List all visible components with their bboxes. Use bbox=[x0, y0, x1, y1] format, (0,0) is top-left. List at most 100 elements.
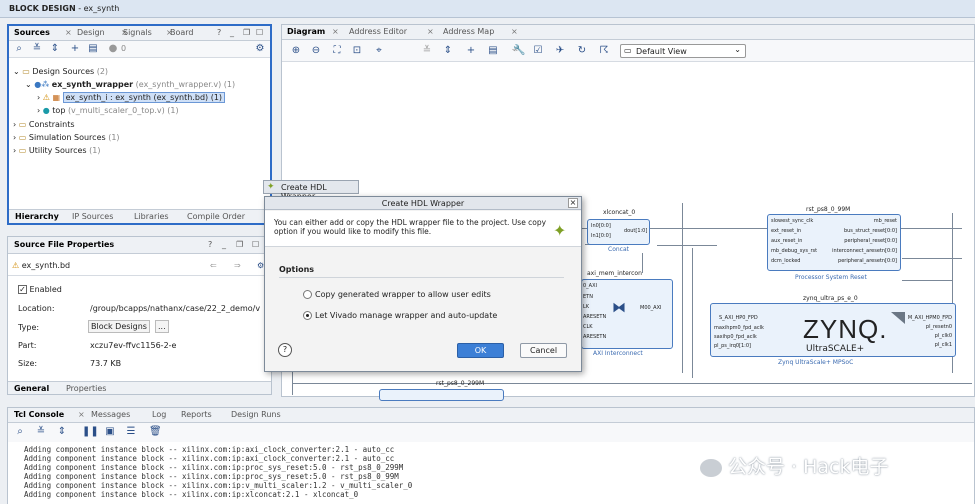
tab-properties[interactable]: Properties bbox=[66, 384, 106, 393]
tab-tcl-console[interactable]: Tcl Console bbox=[14, 410, 64, 419]
tab-design-runs[interactable]: Design Runs bbox=[231, 410, 281, 419]
size-value: 73.7 KB bbox=[90, 359, 122, 368]
pin-icon[interactable]: ✈ bbox=[554, 45, 566, 57]
minimize-icon[interactable]: _ bbox=[222, 240, 226, 249]
tab-hierarchy[interactable]: Hierarchy bbox=[15, 212, 59, 221]
help-icon[interactable]: ? bbox=[208, 240, 212, 249]
tab-address-map[interactable]: Address Map bbox=[443, 27, 494, 36]
type-more-button[interactable]: ... bbox=[155, 320, 169, 333]
tab-messages[interactable]: Messages bbox=[91, 410, 130, 419]
search-icon[interactable]: ⌕ bbox=[13, 43, 25, 55]
tree-row-top[interactable]: › ● top (v_multi_scaler_0_top.v) (1) bbox=[37, 106, 179, 115]
tab-sources[interactable]: Sources bbox=[14, 28, 50, 37]
search-icon[interactable]: ⌕ bbox=[14, 426, 26, 438]
collapse-all-icon[interactable]: ≚ bbox=[421, 45, 433, 57]
xlconcat-block[interactable]: In0[0:0] In1[0:0] dout[1:0] bbox=[587, 219, 650, 245]
expand-all-icon[interactable]: ⇕ bbox=[442, 45, 454, 57]
rst99-block[interactable]: slowest_sync_clk ext_reset_in aux_reset_… bbox=[767, 214, 901, 271]
radio-copy[interactable] bbox=[303, 290, 312, 299]
tab-libraries[interactable]: Libraries bbox=[134, 212, 169, 221]
wire bbox=[902, 258, 962, 259]
minimize-icon[interactable]: _ bbox=[230, 28, 234, 37]
gear-icon[interactable]: ⚙ bbox=[254, 43, 266, 55]
add-ip-icon[interactable]: + bbox=[465, 45, 477, 57]
enabled-checkbox[interactable]: ✓ bbox=[18, 285, 27, 294]
expand-all-icon[interactable]: ⇕ bbox=[56, 426, 68, 438]
list-icon[interactable]: ☰ bbox=[125, 426, 137, 438]
close-icon[interactable]: × bbox=[332, 27, 339, 36]
tab-board[interactable]: Board bbox=[170, 28, 194, 37]
document-icon[interactable]: ▤ bbox=[87, 43, 99, 55]
select-icon[interactable]: ⌖ bbox=[373, 45, 385, 57]
cancel-button[interactable]: Cancel bbox=[520, 343, 567, 358]
back-arrow-icon[interactable]: ⇐ bbox=[210, 261, 217, 270]
copy-icon[interactable]: ▣ bbox=[104, 426, 116, 438]
tab-address-editor[interactable]: Address Editor bbox=[349, 27, 407, 36]
checklist-icon[interactable]: ☑ bbox=[532, 45, 544, 57]
view-icon: ▭ bbox=[624, 46, 632, 55]
refresh-icon[interactable]: ↻ bbox=[576, 45, 588, 57]
tree-row-wrapper[interactable]: ⌄ ●⁂ ex_synth_wrapper (ex_synth_wrapper.… bbox=[25, 80, 235, 89]
chevron-down-icon[interactable]: ⌄ bbox=[25, 80, 32, 89]
chevron-right-icon[interactable]: › bbox=[37, 106, 40, 115]
chevron-right-icon[interactable]: › bbox=[13, 146, 16, 155]
close-icon[interactable]: × bbox=[427, 27, 434, 36]
warning-filter-icon[interactable]: ● bbox=[107, 43, 119, 55]
zynq-block[interactable]: S_AXI_HP0_FPD maxihpm0_fpd_aclk saxihp0_… bbox=[710, 303, 956, 357]
tab-compile-order[interactable]: Compile Order bbox=[187, 212, 245, 221]
tree-label: Design Sources bbox=[32, 67, 95, 76]
wrench-icon[interactable]: 🔧 bbox=[513, 45, 525, 57]
zoom-in-icon[interactable]: ⊕ bbox=[290, 45, 302, 57]
properties-icon[interactable]: ▤ bbox=[487, 45, 499, 57]
regenerate-icon[interactable]: ☈ bbox=[598, 45, 610, 57]
rst299-block[interactable] bbox=[379, 389, 504, 401]
maximize-icon[interactable]: ☐ bbox=[256, 28, 263, 37]
add-sources-icon[interactable]: + bbox=[69, 43, 81, 55]
close-icon[interactable]: × bbox=[511, 27, 518, 36]
tab-general[interactable]: General bbox=[14, 384, 49, 393]
floating-task-tab[interactable]: ✦ Create HDL Wrapper bbox=[263, 180, 359, 201]
close-icon[interactable]: × bbox=[78, 410, 85, 419]
view-select[interactable]: ▭ Default View ⌄ bbox=[620, 44, 746, 58]
close-icon[interactable]: × bbox=[568, 198, 578, 208]
tree-row-bd-instance[interactable]: › ⚠ ▦ ex_synth_i : ex_synth (ex_synth.bd… bbox=[37, 92, 226, 103]
zynq-subtitle: Zynq UltraScale+ MPSoC bbox=[778, 359, 854, 366]
chevron-right-icon[interactable]: › bbox=[13, 133, 16, 142]
chevron-down-icon[interactable]: ⌄ bbox=[13, 67, 20, 76]
zoom-area-icon[interactable]: ⊡ bbox=[351, 45, 363, 57]
restore-icon[interactable]: ❐ bbox=[243, 28, 250, 37]
chevron-right-icon[interactable]: › bbox=[13, 120, 16, 129]
pause-icon[interactable]: ❚❚ bbox=[82, 426, 99, 438]
ok-button[interactable]: OK bbox=[457, 343, 504, 358]
tab-ip-sources[interactable]: IP Sources bbox=[72, 212, 113, 221]
tree-row-utility[interactable]: › ▭ Utility Sources (1) bbox=[13, 146, 100, 155]
help-icon[interactable]: ? bbox=[217, 28, 221, 37]
expand-all-icon[interactable]: ⇕ bbox=[49, 43, 61, 55]
properties-header: Source File Properties ? _ ❐ ☐ bbox=[8, 237, 271, 254]
axi-block[interactable]: 0_AXI ETN LK ARESETN CLK ARESETN M00_AXI… bbox=[581, 279, 673, 349]
maximize-icon[interactable]: ☐ bbox=[252, 240, 259, 249]
enabled-row[interactable]: ✓ Enabled bbox=[18, 285, 62, 294]
tree-row-simulation[interactable]: › ▭ Simulation Sources (1) bbox=[13, 133, 120, 142]
chevron-right-icon[interactable]: › bbox=[37, 93, 40, 102]
help-button[interactable]: ? bbox=[278, 343, 292, 357]
close-icon[interactable]: × bbox=[65, 28, 72, 37]
forward-arrow-icon[interactable]: ⇒ bbox=[234, 261, 241, 270]
collapse-all-icon[interactable]: ≚ bbox=[35, 426, 47, 438]
tree-row-design-sources[interactable]: ⌄ ▭ Design Sources (2) bbox=[13, 67, 108, 76]
tab-design[interactable]: Design bbox=[77, 28, 105, 37]
tree-row-constraints[interactable]: › ▭ Constraints bbox=[13, 120, 75, 129]
tab-reports[interactable]: Reports bbox=[181, 410, 212, 419]
port-label: ARESETN bbox=[583, 314, 607, 320]
tab-signals[interactable]: Signals bbox=[123, 28, 152, 37]
collapse-all-icon[interactable]: ≚ bbox=[31, 43, 43, 55]
zoom-out-icon[interactable]: ⊖ bbox=[310, 45, 322, 57]
zoom-fit-icon[interactable]: ⛶ bbox=[331, 45, 343, 57]
radio-manage[interactable] bbox=[303, 311, 312, 320]
sources-bottom-tabs: Hierarchy IP Sources Libraries Compile O… bbox=[9, 209, 270, 223]
tab-log[interactable]: Log bbox=[152, 410, 166, 419]
zynq-title: zynq_ultra_ps_e_0 bbox=[803, 295, 858, 302]
restore-icon[interactable]: ❐ bbox=[236, 240, 243, 249]
delete-icon[interactable]: 🗑 bbox=[149, 426, 162, 438]
tab-diagram[interactable]: Diagram bbox=[287, 27, 325, 36]
